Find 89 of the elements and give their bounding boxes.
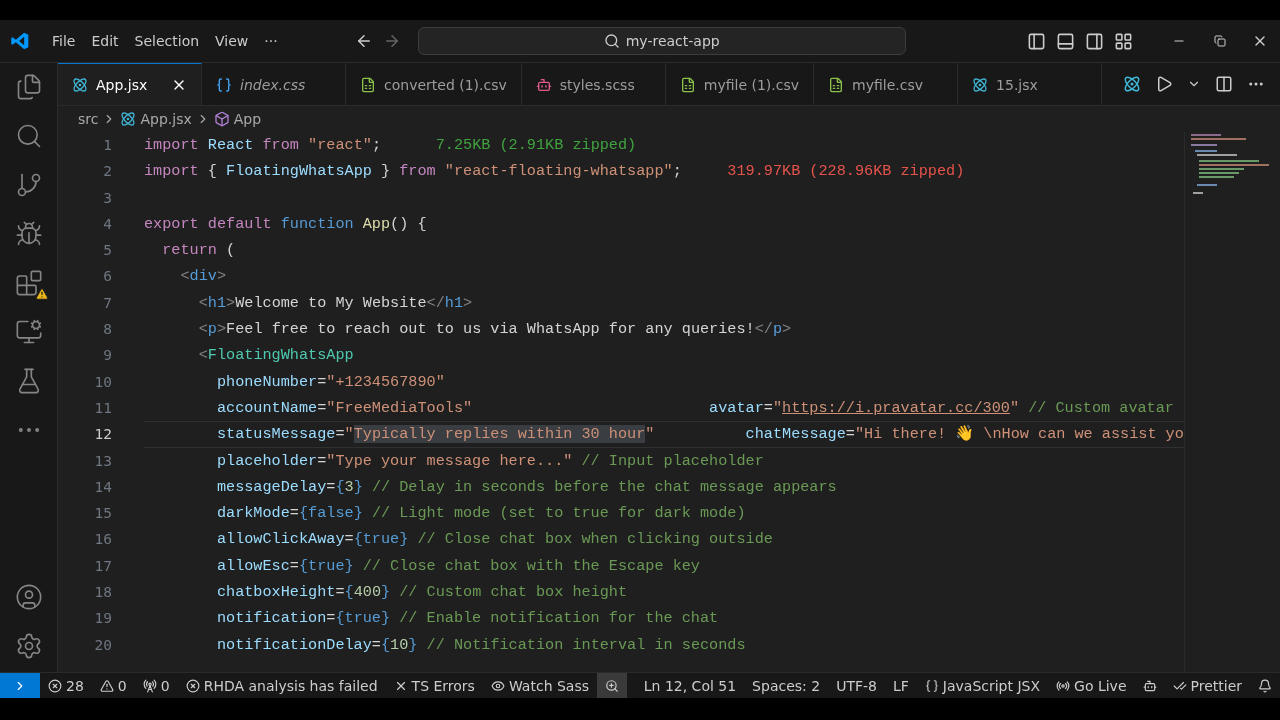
line-number: 11 <box>93 398 112 418</box>
remote-explorer-icon[interactable] <box>14 318 43 346</box>
status-item[interactable]: Spaces: 2 <box>744 673 829 698</box>
antenna-icon <box>142 678 157 693</box>
menu-item[interactable]: File <box>44 29 84 53</box>
line-number: 12 <box>93 425 112 445</box>
spreadsheet-icon <box>679 76 696 93</box>
code-line: phoneNumber="+1234567890" <box>215 372 445 391</box>
line-number: 7 <box>102 293 112 313</box>
status-item[interactable]: Watch Sass <box>482 673 597 698</box>
status-item[interactable]: Go Live <box>1048 673 1135 698</box>
editor-tab[interactable]: App.jsx <box>58 63 202 105</box>
line-number: 8 <box>102 320 112 340</box>
braces-icon <box>924 678 939 693</box>
code-line: return ( <box>161 241 236 260</box>
spreadsheet-icon <box>828 76 845 93</box>
status-button[interactable] <box>597 673 627 698</box>
code-line: <FloatingWhatsApp <box>197 346 354 365</box>
code-line: import React from "react"; 7.25KB (2.91KB zipped) <box>144 136 637 154</box>
vscode-logo-icon <box>10 31 30 51</box>
search-icon <box>603 33 620 49</box>
line-number: 10 <box>93 372 112 392</box>
code-line: allowEsc={true} // Close chat box with the Escape key <box>215 556 700 575</box>
account-icon[interactable] <box>14 583 43 611</box>
code-line: statusMessage="Typically replies within 30 hour" chatMessage="Hi there! 👋 \nHow can we assist yo <box>215 425 1184 444</box>
run-debug-icon[interactable] <box>14 220 43 248</box>
warning-icon <box>99 678 114 693</box>
line-number: 5 <box>102 241 112 261</box>
breadcrumb-item[interactable]: App <box>233 111 262 127</box>
code-line: placeholder="Type your message here..." // Input placeholder <box>215 451 764 470</box>
line-number: 1 <box>102 136 112 155</box>
menu-item[interactable]: ··· <box>256 29 286 53</box>
menu-item[interactable]: Selection <box>126 29 208 53</box>
status-item[interactable]: 0 <box>91 673 135 698</box>
line-number: 9 <box>102 346 112 366</box>
zoom-icon <box>605 678 619 693</box>
line-number: 4 <box>102 214 112 234</box>
workspace-name: my-react-app <box>625 33 720 49</box>
menu-item[interactable]: Edit <box>83 29 127 53</box>
status-item[interactable]: 28 <box>40 673 92 698</box>
react-icon <box>972 76 989 93</box>
code-line: allowClickAway={true} // Close chat box when clicking outside <box>215 530 773 549</box>
line-number: 15 <box>93 504 112 524</box>
bell-icon <box>1258 678 1272 693</box>
react-icon <box>72 76 88 93</box>
code-line: notificationDelay={10} // Notification interval in seconds <box>215 635 746 654</box>
code-line: <div> <box>179 267 227 286</box>
code-line: notification={true} // Enable notification for the chat <box>215 609 719 628</box>
status-item[interactable]: UTF-8 <box>828 673 885 698</box>
copilot-icon <box>1142 678 1157 693</box>
line-number: 6 <box>102 267 112 287</box>
menu-item[interactable]: View <box>207 29 257 53</box>
status-item[interactable]: Prettier <box>1164 673 1250 698</box>
line-number: 2 <box>102 162 112 182</box>
status-item[interactable]: Ln 12, Col 51 <box>635 673 745 698</box>
error-icon <box>185 678 200 693</box>
breadcrumb-item[interactable]: App.jsx <box>140 111 192 127</box>
warning-badge-icon <box>34 287 49 301</box>
extensions-icon[interactable] <box>14 269 43 297</box>
status-item[interactable]: JavaScript JSX <box>916 673 1049 698</box>
line-number: 3 <box>102 188 112 208</box>
spreadsheet-icon <box>360 76 376 93</box>
code-line: messageDelay={3} // Delay in seconds before the chat message appears <box>215 477 837 496</box>
cube-icon <box>213 111 230 127</box>
command-center[interactable]: my-react-app <box>417 27 906 55</box>
eye-icon <box>490 678 505 693</box>
status-item[interactable]: 0 <box>134 673 178 698</box>
status-item[interactable]: RHDA analysis has failed <box>177 673 386 698</box>
line-number: 16 <box>93 530 112 550</box>
line-number: 17 <box>93 556 112 576</box>
code-line: import { FloatingWhatsApp } from "react-floating-whatsapp"; 319.97KB (228.96KB zipped) <box>144 162 965 181</box>
code-line: darkMode={false} // Light mode (set to true for dark mode) <box>215 504 746 523</box>
breadcrumb-item[interactable]: src <box>78 111 99 127</box>
code-line: <h1>Welcome to My Website</h1> <box>197 293 473 312</box>
status-item[interactable]: TS Errors <box>385 673 483 698</box>
code-line: <p>Feel free to reach out to us via WhatsApp for any queries!</p> <box>197 320 792 339</box>
code-line: export default function App() { <box>144 214 427 233</box>
css-icon <box>216 76 232 93</box>
line-number: 19 <box>93 609 112 629</box>
line-number: 13 <box>93 451 112 471</box>
code-line: accountName="FreeMediaTools" avatar="https://i.pravatar.cc/300" // Custom avatar <box>215 398 1174 417</box>
line-number: 20 <box>93 635 112 655</box>
status-item[interactable]: LF <box>884 673 917 698</box>
error-icon <box>48 678 62 693</box>
broadcast-icon <box>1056 678 1071 693</box>
react-icon <box>120 111 137 127</box>
code-line: chatboxHeight={400} // Custom chat box height <box>215 583 628 602</box>
line-number: 14 <box>93 477 112 497</box>
line-number: 18 <box>93 583 112 603</box>
